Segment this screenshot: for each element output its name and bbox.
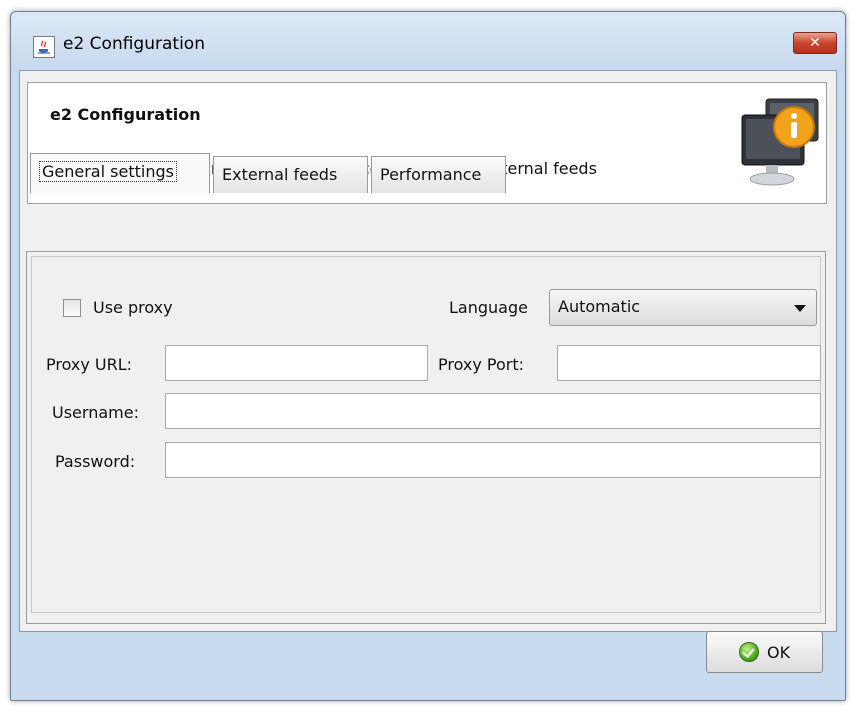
header-title: e2 Configuration [50, 105, 201, 124]
window-title: e2 Configuration [63, 34, 205, 54]
tab-label: External feeds [222, 165, 338, 184]
tab-external-feeds[interactable]: External feeds [213, 156, 368, 193]
tab-performance[interactable]: Performance [371, 156, 506, 193]
proxy-url-field[interactable] [165, 345, 428, 381]
username-field[interactable] [165, 393, 821, 429]
ok-label: OK [767, 643, 791, 662]
close-icon: ✕ [809, 35, 821, 51]
proxy-port-field[interactable] [557, 345, 821, 381]
checkmark-icon [739, 642, 759, 662]
close-button[interactable]: ✕ [793, 32, 837, 54]
chevron-down-icon [794, 305, 806, 312]
tab-general-settings[interactable]: General settings [30, 153, 210, 193]
info-monitor-icon [741, 98, 819, 186]
language-select[interactable]: Automatic [549, 289, 817, 326]
proxy-url-label: Proxy URL: [46, 355, 133, 374]
ok-button[interactable]: OK [706, 631, 823, 673]
tab-label: General settings [39, 161, 177, 182]
tab-label: Performance [380, 165, 482, 184]
language-select-value: Automatic [558, 297, 641, 316]
username-label: Username: [52, 403, 139, 422]
title-bar[interactable]: e2 Configuration ✕ [11, 12, 845, 70]
password-field[interactable] [165, 442, 821, 478]
language-label: Language [449, 298, 528, 317]
java-icon [33, 36, 55, 58]
dialog-window: e2 Configuration ✕ e2 Configuration Here… [10, 11, 846, 701]
password-label: Password: [55, 452, 136, 471]
proxy-port-label: Proxy Port: [438, 355, 525, 374]
use-proxy-checkbox[interactable] [63, 299, 81, 317]
use-proxy-label[interactable]: Use proxy [93, 298, 173, 317]
